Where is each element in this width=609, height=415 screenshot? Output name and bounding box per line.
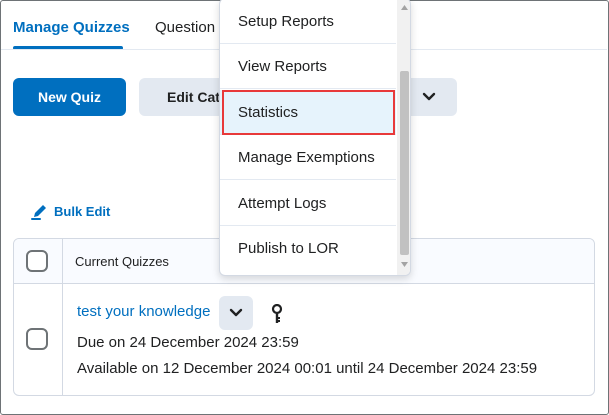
bulk-edit-link[interactable]: Bulk Edit [31, 201, 110, 221]
tab-manage-quizzes[interactable]: Manage Quizzes [13, 19, 130, 36]
quiz-title-link[interactable]: test your knowledge [77, 303, 210, 320]
chevron-down-icon [422, 92, 435, 101]
statistics-highlight-box [222, 90, 395, 135]
chevron-down-icon [229, 308, 243, 317]
new-quiz-button[interactable]: New Quiz [13, 78, 126, 116]
pencil-icon [31, 202, 49, 220]
current-quizzes-header: Current Quizzes [75, 254, 169, 269]
bulk-edit-label: Bulk Edit [54, 203, 111, 219]
menu-scrollbar-thumb[interactable] [400, 71, 409, 255]
tab-question-library[interactable]: Question [155, 19, 215, 36]
edit-categories-button[interactable]: Edit Cate [139, 78, 224, 116]
scroll-down-arrow-icon[interactable] [400, 260, 409, 269]
key-icon [271, 304, 283, 323]
quiz-availability: Available on 12 December 2024 00:01 unti… [77, 360, 538, 377]
row-checkbox[interactable] [26, 328, 48, 350]
menu-item-manage-exemptions[interactable]: Manage Exemptions [220, 135, 396, 180]
menu-item-publish-to-lor[interactable]: Publish to LOR [220, 226, 396, 271]
more-actions-menu: Setup Reports View Reports Statistics Ma… [219, 0, 411, 276]
menu-item-view-reports[interactable]: View Reports [220, 44, 396, 89]
column-divider [62, 239, 63, 395]
select-all-checkbox[interactable] [26, 250, 48, 272]
scroll-up-arrow-icon[interactable] [400, 3, 409, 12]
menu-item-setup-reports[interactable]: Setup Reports [220, 0, 396, 44]
quiz-actions-dropdown-button[interactable] [219, 296, 253, 330]
menu-item-attempt-logs[interactable]: Attempt Logs [220, 181, 396, 226]
quiz-due-date: Due on 24 December 2024 23:59 [77, 334, 299, 351]
